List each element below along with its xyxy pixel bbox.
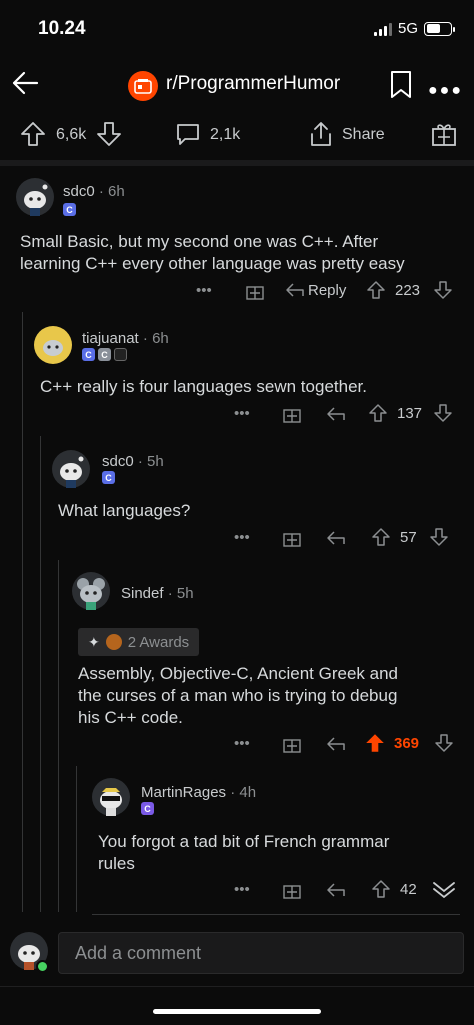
user-flair: C (82, 348, 95, 361)
reply-icon[interactable] (326, 529, 346, 547)
upvote-icon[interactable] (368, 403, 388, 423)
flair-icon (114, 348, 127, 361)
comment-icon[interactable] (175, 121, 201, 147)
reply-icon[interactable] (326, 735, 346, 753)
avatar[interactable] (52, 450, 90, 488)
comment-score: 369 (394, 735, 420, 752)
user-flair: C (102, 471, 115, 484)
comment-text: What languages? (58, 501, 191, 520)
comment-text: C++ really is four languages sewn togeth… (40, 377, 367, 396)
bottom-divider (0, 986, 474, 987)
award-icon[interactable] (282, 734, 302, 754)
downvote-icon[interactable] (433, 403, 453, 423)
subreddit-name[interactable]: r/ProgrammerHumor (166, 73, 340, 95)
reply-button[interactable]: Reply (308, 282, 346, 299)
post-score: 6,6k (56, 126, 87, 143)
comment-score: 223 (395, 282, 421, 299)
home-indicator (153, 1009, 321, 1014)
reply-icon[interactable] (326, 405, 346, 423)
thread-line (22, 312, 23, 912)
reply-icon[interactable] (326, 881, 346, 899)
award-icon (105, 634, 122, 650)
network-label: 5G (397, 20, 418, 37)
user-flair: C (63, 203, 76, 216)
upvote-icon[interactable] (20, 121, 46, 147)
more-options-icon[interactable]: ●●● (428, 82, 463, 100)
downvote-icon[interactable] (96, 121, 122, 147)
upvote-icon[interactable] (366, 280, 386, 300)
battery-icon (424, 21, 455, 36)
reply-icon[interactable] (285, 281, 305, 299)
downvote-icon[interactable] (429, 527, 449, 547)
award-icon[interactable] (282, 528, 302, 548)
more-icon[interactable]: ••• (234, 405, 250, 422)
upvote-icon[interactable] (371, 527, 391, 547)
avatar[interactable] (92, 778, 130, 816)
more-icon[interactable]: ••• (234, 881, 250, 898)
thread-divider (92, 914, 460, 915)
bookmark-icon[interactable] (389, 70, 413, 100)
comment-score: 137 (397, 405, 423, 422)
back-arrow-icon[interactable] (10, 68, 40, 98)
comment-author[interactable]: MartinRages · 4h (141, 784, 256, 801)
avatar[interactable] (16, 178, 54, 216)
upvote-icon[interactable] (371, 879, 391, 899)
thread-line (58, 560, 59, 912)
awards-badge[interactable]: ✦ 2 Awards (78, 628, 200, 656)
more-icon[interactable]: ••• (234, 529, 250, 546)
comment-count: 2,1k (210, 126, 241, 143)
comment-text: Small Basic, but my second one was C++. … (20, 232, 405, 273)
award-icon[interactable] (282, 404, 302, 424)
subreddit-icon[interactable] (128, 71, 158, 101)
user-flair: C (98, 348, 111, 361)
comment-text: Assembly, Objective-C, Ancient Greek and… (78, 664, 398, 727)
status-indicators: 5G (373, 20, 455, 37)
online-status-dot (36, 960, 49, 973)
more-icon[interactable]: ••• (234, 735, 250, 752)
comment-author[interactable]: tiajuanat · 6h (82, 330, 169, 347)
status-time: 10.24 (38, 18, 86, 39)
avatar[interactable] (72, 572, 110, 610)
comment-text: You forgot a tad bit of French grammar r… (98, 832, 390, 873)
collapse-chevron-icon[interactable] (432, 879, 456, 899)
thread-line (76, 766, 77, 912)
award-icon[interactable] (282, 880, 302, 900)
award-icon[interactable] (431, 121, 457, 147)
downvote-icon[interactable] (434, 733, 454, 753)
user-flairs: C C (82, 348, 127, 361)
user-flair: C (141, 802, 154, 815)
share-button[interactable]: Share (342, 126, 385, 144)
section-divider (0, 160, 474, 166)
comment-score: 57 (400, 529, 417, 546)
comment-author[interactable]: sdc0 · 5h (102, 453, 164, 470)
avatar[interactable] (34, 326, 72, 364)
share-icon[interactable] (308, 120, 334, 148)
comment-author[interactable]: Sindef · 5h (121, 585, 194, 602)
award-icon[interactable] (245, 281, 265, 301)
more-icon[interactable]: ••• (196, 282, 212, 299)
thread-line (40, 436, 41, 912)
comment-input[interactable]: Add a comment (58, 932, 464, 974)
upvote-icon-active[interactable] (364, 732, 386, 754)
awards-count: 2 Awards (127, 633, 190, 651)
signal-icon (373, 22, 392, 36)
comment-score: 42 (400, 881, 417, 898)
comment-author[interactable]: sdc0 · 6h (63, 183, 125, 200)
downvote-icon[interactable] (433, 280, 453, 300)
award-icon: ✦ (88, 633, 100, 650)
